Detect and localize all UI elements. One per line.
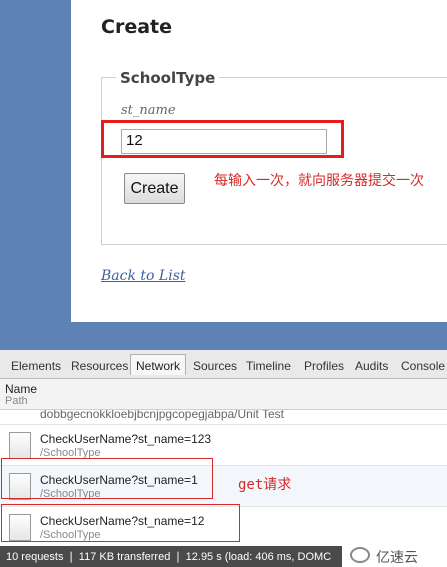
tab-network[interactable]: Network xyxy=(130,354,187,375)
tab-timeline[interactable]: Timeline xyxy=(246,359,291,373)
column-path: Path xyxy=(5,395,28,407)
request-highlight-box xyxy=(1,458,213,499)
create-button[interactable]: Create xyxy=(124,173,185,204)
st-name-label: st_name xyxy=(121,103,176,118)
st-name-input[interactable]: 12 xyxy=(121,129,327,154)
tab-audits[interactable]: Audits xyxy=(355,359,388,373)
request-highlight-box xyxy=(1,504,240,542)
back-to-list-link[interactable]: Back to List xyxy=(101,268,186,284)
document-icon xyxy=(9,432,31,459)
tab-elements[interactable]: Elements xyxy=(11,359,61,373)
tab-profiles[interactable]: Profiles xyxy=(304,359,344,373)
watermark-text: 亿速云 xyxy=(376,549,418,565)
devtools-panel: Elements Resources Network Sources Timel… xyxy=(0,350,447,567)
network-column-header[interactable]: Name Path xyxy=(0,379,447,410)
tab-sources[interactable]: Sources xyxy=(193,359,237,373)
request-name: CheckUserName?st_name=123 xyxy=(40,432,212,446)
tab-resources[interactable]: Resources xyxy=(71,359,128,373)
watermark: 亿速云 xyxy=(342,544,447,567)
cloud-logo-icon xyxy=(350,547,370,563)
status-text: 10 requests ❘ 117 KB transferred ❘ 12.95… xyxy=(6,551,332,563)
tab-console[interactable]: Console xyxy=(401,359,445,373)
page-title: Create xyxy=(101,16,172,38)
submit-annotation: 每输入一次，就向服务器提交一次 xyxy=(214,173,424,189)
request-row-partial[interactable]: dobbgecnokkloebjbcnjpgcopegjabpa/Unit Te… xyxy=(0,410,447,425)
get-request-annotation: get请求 xyxy=(238,477,292,493)
request-name: dobbgecnokkloebjbcnjpgcopegjabpa/Unit Te… xyxy=(40,410,284,421)
fieldset-legend: SchoolType xyxy=(116,69,220,87)
column-name: Name xyxy=(5,382,38,396)
devtools-tabbar: Elements Resources Network Sources Timel… xyxy=(0,350,447,379)
